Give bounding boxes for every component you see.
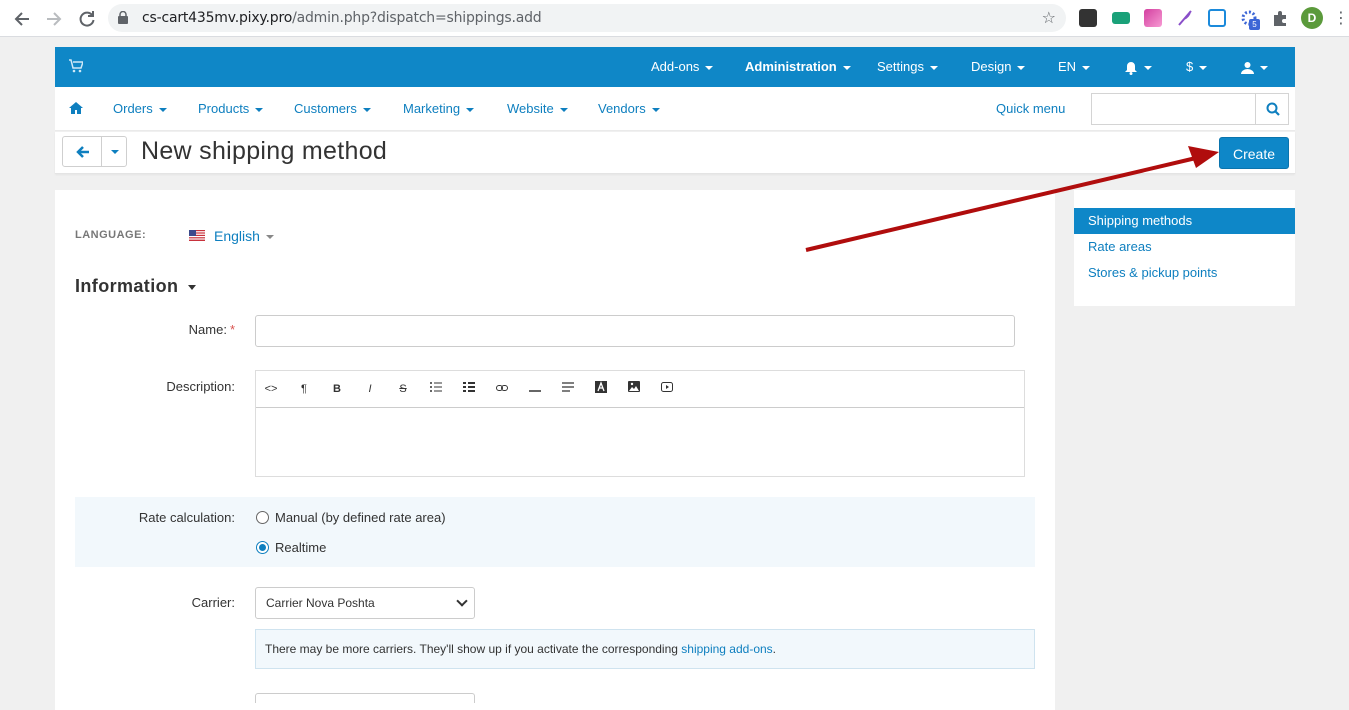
page-header: New shipping method Create: [55, 132, 1295, 174]
reload-icon[interactable]: [76, 8, 98, 30]
carriers-info-note: There may be more carriers. They'll show…: [255, 629, 1035, 669]
next-field-partial[interactable]: [255, 693, 475, 703]
horizontal-rule-icon[interactable]: [527, 381, 543, 397]
image-extension-icon[interactable]: [1208, 9, 1226, 27]
page-title: New shipping method: [141, 137, 388, 165]
gear-extension-icon[interactable]: 5: [1240, 9, 1260, 30]
description-label: Description:: [166, 379, 235, 394]
information-section-toggle[interactable]: Information: [75, 276, 197, 297]
link-icon[interactable]: [494, 381, 510, 397]
back-arrow-icon[interactable]: [11, 8, 33, 30]
search-button[interactable]: [1255, 93, 1289, 125]
home-icon[interactable]: [69, 102, 83, 114]
address-bar[interactable]: cs-cart435mv.pixy.pro/admin.php?dispatch…: [108, 4, 1066, 32]
chevron-down-icon: [456, 595, 468, 607]
sidebar-item-rate-areas[interactable]: Rate areas: [1074, 234, 1295, 260]
code-view-icon[interactable]: <>: [263, 381, 279, 397]
user-icon: [1241, 62, 1254, 75]
name-label: Name: *: [188, 322, 235, 337]
chevron-down-icon: [111, 150, 119, 154]
paragraph-icon[interactable]: ¶: [296, 381, 312, 397]
editor-toolbar: <> ¶ B I S: [256, 371, 1024, 408]
selenium-extension-icon[interactable]: [1079, 9, 1097, 27]
shipping-add-ons-link[interactable]: shipping add-ons: [681, 642, 772, 656]
puzzle-extensions-icon[interactable]: [1271, 9, 1289, 27]
nav-website[interactable]: Website: [507, 87, 568, 131]
profile-avatar[interactable]: D: [1301, 7, 1323, 29]
menu-settings[interactable]: Settings: [877, 47, 938, 87]
back-button[interactable]: [62, 136, 102, 167]
forward-arrow-icon[interactable]: [43, 8, 65, 30]
rate-manual-radio[interactable]: [256, 511, 269, 524]
font-color-icon[interactable]: [593, 381, 609, 397]
feather-extension-icon[interactable]: [1176, 9, 1194, 27]
history-dropdown-button[interactable]: [101, 136, 127, 167]
menu-add-ons[interactable]: Add-ons: [651, 47, 714, 87]
nav-orders[interactable]: Orders: [113, 87, 167, 131]
menu-language[interactable]: EN: [1058, 47, 1091, 87]
description-editor: <> ¶ B I S: [255, 370, 1025, 477]
image-icon[interactable]: [626, 381, 642, 397]
main-navigation: Orders Products Customers Marketing Webs…: [55, 87, 1295, 131]
rate-calculation-label: Rate calculation:: [138, 510, 235, 525]
cart-icon[interactable]: [69, 59, 83, 73]
rate-realtime-radio[interactable]: [256, 541, 269, 554]
language-label: LANGUAGE:: [75, 229, 147, 241]
mail-extension-icon[interactable]: [1112, 12, 1130, 24]
admin-search-input[interactable]: [1091, 93, 1257, 125]
strikethrough-icon[interactable]: S: [395, 381, 411, 397]
nav-vendors[interactable]: Vendors: [598, 87, 660, 131]
us-flag-icon: [189, 230, 205, 241]
admin-topbar: Add-ons Administration Settings Design E…: [55, 47, 1295, 87]
url-text: cs-cart435mv.pixy.pro/admin.php?dispatch…: [142, 10, 542, 26]
video-icon[interactable]: [659, 381, 675, 397]
color-extension-icon[interactable]: [1144, 9, 1162, 27]
create-button[interactable]: Create: [1219, 137, 1289, 169]
align-icon[interactable]: [560, 381, 576, 397]
browser-menu-icon[interactable]: ⋮: [1333, 8, 1349, 28]
nav-customers[interactable]: Customers: [294, 87, 371, 131]
menu-design[interactable]: Design: [971, 47, 1026, 87]
language-selector[interactable]: English: [214, 228, 274, 244]
lock-icon: [118, 11, 128, 24]
sidebar-item-stores-pickup[interactable]: Stores & pickup points: [1074, 260, 1295, 286]
rate-realtime-label[interactable]: Realtime: [275, 540, 326, 555]
menu-user[interactable]: [1241, 47, 1268, 87]
bold-icon[interactable]: B: [329, 381, 345, 397]
italic-icon[interactable]: I: [362, 381, 378, 397]
carrier-select[interactable]: Carrier Nova Poshta: [255, 587, 475, 619]
arrow-left-icon: [76, 146, 89, 158]
numbered-list-icon[interactable]: [461, 381, 477, 397]
menu-administration[interactable]: Administration: [745, 47, 851, 87]
browser-toolbar: cs-cart435mv.pixy.pro/admin.php?dispatch…: [0, 0, 1349, 37]
name-input[interactable]: [255, 315, 1015, 347]
nav-marketing[interactable]: Marketing: [403, 87, 475, 131]
content-panel: LANGUAGE: English Information Name: * Des…: [55, 190, 1055, 710]
search-icon: [1266, 102, 1280, 116]
nav-products[interactable]: Products: [198, 87, 264, 131]
rate-manual-label[interactable]: Manual (by defined rate area): [275, 510, 446, 525]
editor-body[interactable]: [256, 408, 1024, 476]
bullet-list-icon[interactable]: [428, 381, 444, 397]
rate-calculation-group: Rate calculation: Manual (by defined rat…: [75, 497, 1035, 567]
bell-icon: [1125, 61, 1137, 75]
sidebar-item-shipping-methods[interactable]: Shipping methods: [1074, 208, 1295, 234]
shipping-sidebar: Shipping methods Rate areas Stores & pic…: [1074, 190, 1295, 306]
menu-notifications[interactable]: [1124, 47, 1152, 87]
bookmark-star-icon[interactable]: ☆: [1042, 8, 1056, 28]
extension-badge: 5: [1249, 19, 1260, 30]
menu-currency[interactable]: $: [1186, 47, 1208, 87]
carrier-label: Carrier:: [191, 595, 235, 610]
quick-menu-link[interactable]: Quick menu: [996, 87, 1065, 131]
